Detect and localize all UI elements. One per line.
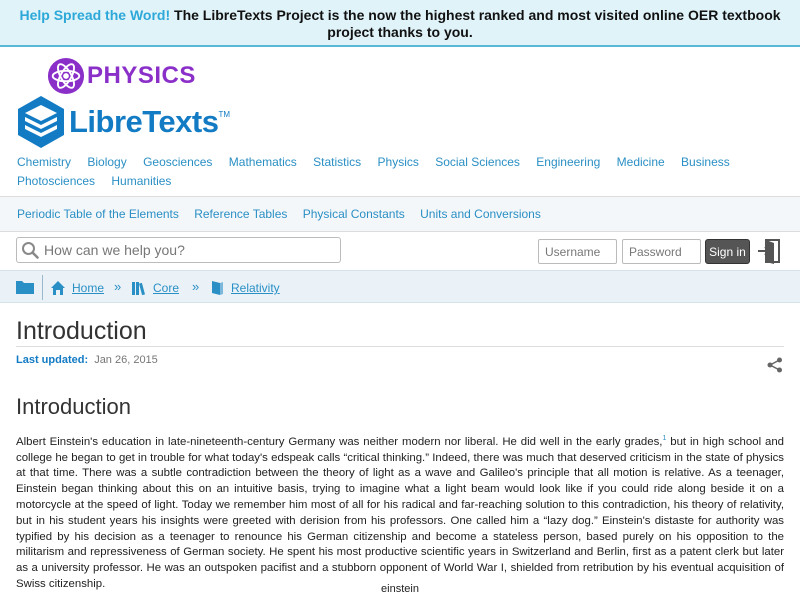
- image-caption: einstein: [381, 583, 419, 594]
- ref-link-reference-tables[interactable]: Reference Tables: [194, 207, 287, 221]
- subject-nav: Chemistry Biology Geosciences Mathematic…: [17, 153, 787, 191]
- libretexts-wordmark: LibreTexts: [69, 104, 219, 139]
- breadcrumb: Home » Core » Relativity: [0, 270, 800, 303]
- share-icon[interactable]: [767, 357, 783, 373]
- subject-link-humanities[interactable]: Humanities: [111, 174, 171, 188]
- password-field[interactable]: [622, 239, 701, 264]
- signin-icon[interactable]: [757, 238, 781, 264]
- username-field[interactable]: [538, 239, 617, 264]
- atom-icon: [47, 57, 85, 95]
- breadcrumb-relativity-label: Relativity: [231, 281, 280, 295]
- breadcrumb-core[interactable]: Core: [131, 280, 179, 296]
- subject-link-engineering[interactable]: Engineering: [536, 155, 600, 169]
- section-heading: Introduction: [16, 394, 131, 419]
- reference-nav: Periodic Table of the Elements Reference…: [0, 197, 800, 231]
- subject-link-geosciences[interactable]: Geosciences: [143, 155, 212, 169]
- subject-link-physics[interactable]: Physics: [378, 155, 419, 169]
- subject-link-social-sciences[interactable]: Social Sciences: [435, 155, 520, 169]
- page-title: Introduction: [16, 317, 147, 345]
- libretexts-books-icon: [18, 96, 64, 148]
- ref-link-physical-constants[interactable]: Physical Constants: [303, 207, 405, 221]
- breadcrumb-home[interactable]: Home: [50, 280, 104, 296]
- physics-library-logo[interactable]: PHYSICS: [47, 56, 196, 96]
- breadcrumb-home-label: Home: [72, 281, 105, 295]
- last-updated: Last updated: Jan 26, 2015: [16, 354, 158, 366]
- ref-link-periodic-table[interactable]: Periodic Table of the Elements: [17, 207, 179, 221]
- last-updated-date: Jan 26, 2015: [94, 354, 158, 366]
- book-icon: [212, 281, 223, 295]
- home-icon: [51, 281, 65, 295]
- signin-button[interactable]: Sign in: [705, 239, 750, 264]
- last-updated-label: Last updated:: [16, 354, 89, 366]
- breadcrumb-divider: [42, 275, 43, 300]
- breadcrumb-separator: »: [114, 279, 122, 294]
- subject-link-biology[interactable]: Biology: [87, 155, 126, 169]
- ref-link-units-conversions[interactable]: Units and Conversions: [420, 207, 541, 221]
- search-icon[interactable]: [21, 241, 39, 259]
- search-input[interactable]: [44, 242, 324, 258]
- breadcrumb-separator: »: [192, 279, 200, 294]
- trademark-mark: TM: [218, 109, 231, 119]
- libretexts-logo[interactable]: LibreTexts TM: [16, 94, 230, 150]
- body-text-part1: Albert Einstein's education in late-nine…: [16, 435, 663, 448]
- breadcrumb-core-label: Core: [153, 281, 180, 295]
- physics-library-name: PHYSICS: [87, 62, 196, 89]
- subject-link-chemistry[interactable]: Chemistry: [17, 155, 71, 169]
- subject-link-mathematics[interactable]: Mathematics: [229, 155, 297, 169]
- banner-highlight: Help Spread the Word!: [19, 7, 171, 23]
- breadcrumb-relativity[interactable]: Relativity: [209, 280, 280, 296]
- subject-link-medicine[interactable]: Medicine: [617, 155, 665, 169]
- divider: [0, 231, 800, 232]
- body-paragraph: Albert Einstein's education in late-nine…: [16, 431, 784, 593]
- folder-icon[interactable]: [15, 278, 35, 296]
- subject-link-photosciences[interactable]: Photosciences: [17, 174, 95, 188]
- subject-link-statistics[interactable]: Statistics: [313, 155, 361, 169]
- subject-link-business[interactable]: Business: [681, 155, 730, 169]
- announcement-banner: Help Spread the Word! The LibreTexts Pro…: [0, 0, 800, 47]
- banner-message: The LibreTexts Project is the now the hi…: [174, 7, 781, 40]
- body-text-part2: but in high school and college he began …: [16, 435, 784, 590]
- books-icon: [132, 282, 146, 296]
- search-box[interactable]: [16, 237, 341, 263]
- title-divider: [16, 346, 784, 347]
